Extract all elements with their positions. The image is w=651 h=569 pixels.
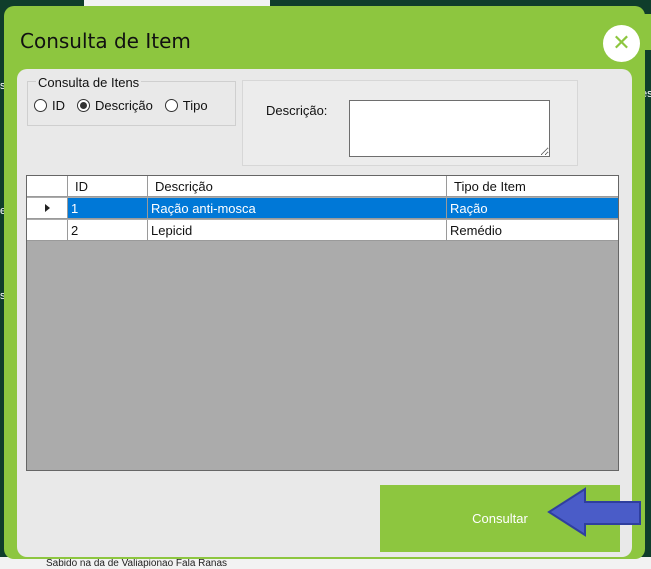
table-row[interactable]: 2 Lepicid Remédio [27, 220, 618, 241]
close-icon[interactable]: ✕ [603, 25, 640, 62]
radio-tipo[interactable]: Tipo [164, 98, 208, 113]
search-mode-group: Consulta de Itens ID Descrição Tipo [27, 75, 236, 126]
radio-circle-checked-icon[interactable] [77, 99, 90, 112]
current-row-arrow-icon [44, 204, 50, 212]
dialog-content-panel: Consulta de Itens ID Descrição Tipo Desc… [17, 69, 632, 557]
group-legend: Consulta de Itens [36, 75, 142, 90]
consulta-item-dialog: Consulta de Item ✕ Consulta de Itens ID … [4, 6, 645, 559]
search-area: Descrição: [242, 80, 578, 166]
radio-label: ID [52, 98, 65, 113]
radio-circle-icon[interactable] [34, 99, 47, 112]
dialog-title: Consulta de Item [20, 29, 191, 53]
descricao-label: Descrição: [266, 103, 328, 118]
cell-id[interactable]: 2 [68, 220, 148, 241]
background-text: Sabido na da de Valiapionao Fala Ranas [46, 558, 228, 569]
column-header-descricao[interactable]: Descrição [148, 176, 447, 197]
radio-label: Tipo [182, 98, 208, 113]
column-header-id[interactable]: ID [68, 176, 148, 197]
radio-descricao[interactable]: Descrição [77, 98, 153, 113]
arrow-left-icon [547, 487, 641, 537]
items-grid: ID Descrição Tipo de Item 1 Ração anti-m… [26, 175, 619, 471]
cell-tipo[interactable]: Remédio [447, 220, 618, 241]
cell-tipo[interactable]: Ração [447, 198, 618, 219]
row-header[interactable] [27, 198, 68, 219]
cell-descricao[interactable]: Ração anti-mosca [148, 198, 447, 219]
cell-descricao[interactable]: Lepicid [148, 220, 447, 241]
radio-label: Descrição [95, 98, 153, 113]
radio-id[interactable]: ID [34, 98, 65, 113]
table-row[interactable]: 1 Ração anti-mosca Ração [27, 198, 618, 219]
radio-options: ID Descrição Tipo [34, 98, 220, 113]
grid-header-row: ID Descrição Tipo de Item [27, 176, 618, 197]
row-header[interactable] [27, 220, 68, 241]
descricao-input[interactable] [349, 100, 550, 157]
radio-circle-icon[interactable] [164, 99, 178, 112]
row-header-corner [27, 176, 68, 197]
column-header-tipo[interactable]: Tipo de Item [447, 176, 618, 197]
cell-id[interactable]: 1 [68, 198, 148, 219]
